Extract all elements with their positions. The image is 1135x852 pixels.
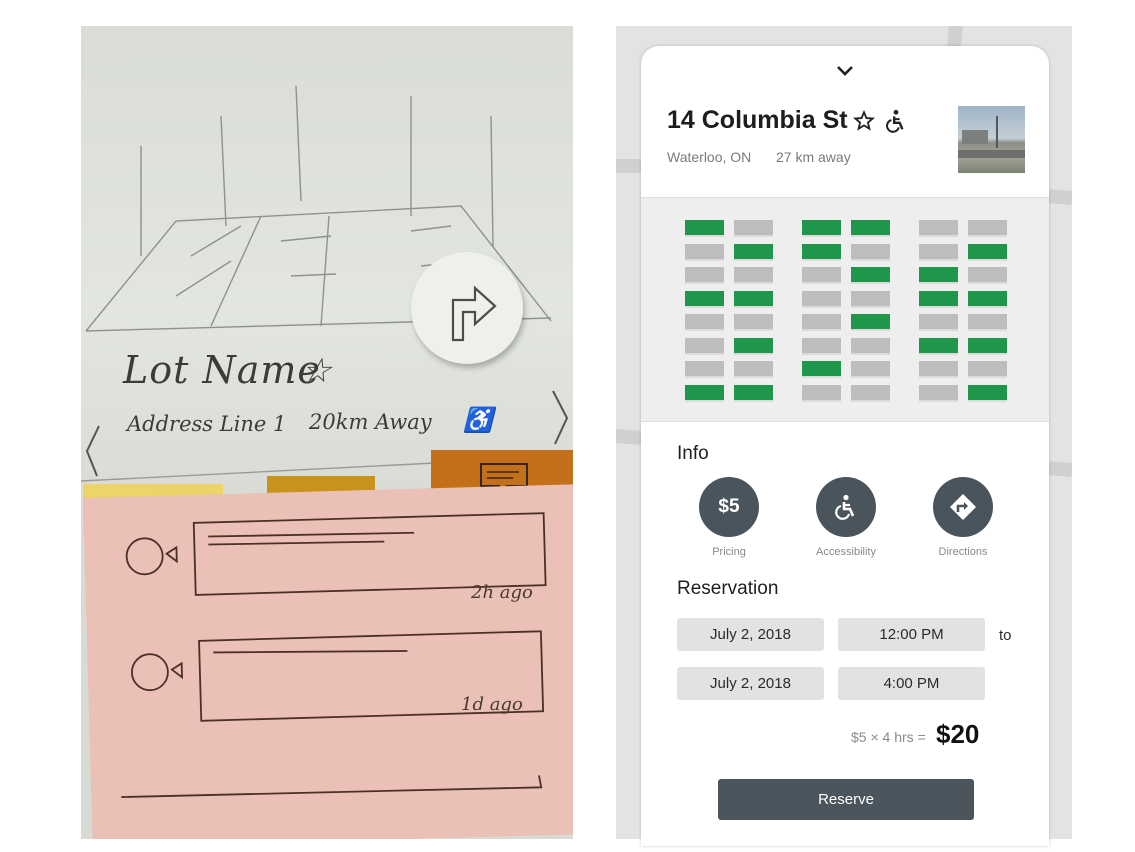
sketch-comment-time: 1d ago (461, 694, 523, 715)
sketch-star-icon: ☆ (301, 351, 332, 391)
sketch-lot-name: Lot Name (123, 348, 321, 392)
parking-spot-available[interactable] (802, 220, 841, 235)
parking-spot-available[interactable] (734, 337, 773, 353)
accessibility-icon (886, 109, 904, 133)
sketch-comments-card (83, 484, 573, 839)
parking-spot-occupied[interactable] (968, 220, 1007, 235)
parking-spot-occupied[interactable] (851, 384, 890, 400)
parking-spot-available[interactable] (685, 384, 724, 400)
accessibility-label: Accessibility (816, 546, 876, 558)
parking-spot-occupied[interactable] (685, 337, 724, 353)
parking-spot-available[interactable] (685, 220, 724, 235)
parking-spot-available[interactable] (919, 267, 958, 282)
parking-spot-occupied[interactable] (734, 314, 773, 329)
price-calculation: $5 × 4 hrs = (851, 729, 926, 745)
lot-city: Waterloo, ON (667, 149, 752, 165)
parking-spot-occupied[interactable] (851, 243, 890, 259)
parking-spot-occupied[interactable] (685, 361, 724, 376)
parking-spot-available[interactable] (802, 243, 841, 259)
price-total: $20 (936, 719, 980, 749)
parking-spot-available[interactable] (919, 290, 958, 306)
parking-spot-available[interactable] (968, 243, 1007, 259)
pricing-label: Pricing (712, 546, 746, 558)
parking-spot-occupied[interactable] (685, 243, 724, 259)
parking-spot-occupied[interactable] (851, 361, 890, 376)
parking-spot-available[interactable] (968, 337, 1007, 353)
thumbnail-pole (996, 116, 998, 148)
directions-icon (950, 494, 976, 520)
parking-spot-available[interactable] (734, 290, 773, 306)
info-heading: Info (677, 443, 709, 464)
thumbnail-building (962, 130, 988, 144)
parking-spot-occupied[interactable] (802, 337, 841, 353)
sketch-comment-boxes (121, 512, 547, 798)
end-time-field[interactable]: 4:00 PM (838, 667, 985, 700)
parking-spot-available[interactable] (968, 384, 1007, 400)
parking-spot-occupied[interactable] (968, 267, 1007, 282)
turn-right-icon (451, 285, 497, 342)
parking-spot-occupied[interactable] (919, 243, 958, 259)
sketch-distance: 20km Away (309, 410, 432, 434)
lot-detail-sheet: 14 Columbia St Waterloo, ON 27 km away I… (641, 46, 1049, 846)
parking-spot-occupied[interactable] (802, 314, 841, 329)
chevron-down-icon[interactable] (835, 64, 855, 78)
parking-spot-occupied[interactable] (968, 361, 1007, 376)
parking-spot-available[interactable] (685, 290, 724, 306)
parking-spot-occupied[interactable] (919, 361, 958, 376)
parking-spot-available[interactable] (851, 267, 890, 282)
parking-spot-available[interactable] (968, 290, 1007, 306)
parking-spot-occupied[interactable] (851, 290, 890, 306)
sketch-accessibility-icon: ♿ (463, 406, 493, 434)
lot-distance: 27 km away (776, 149, 851, 165)
parking-spot-available[interactable] (734, 243, 773, 259)
paper-prototype-photo: Lot Name ☆ Address Line 1 20km Away ♿ $ (81, 26, 573, 839)
parking-spot-available[interactable] (851, 314, 890, 329)
lot-photo-thumbnail[interactable] (958, 106, 1025, 173)
parking-spot-occupied[interactable] (685, 314, 724, 329)
parking-spot-occupied[interactable] (802, 384, 841, 400)
parking-spot-occupied[interactable] (685, 267, 724, 282)
parking-spot-available[interactable] (734, 384, 773, 400)
parking-spot-occupied[interactable] (734, 267, 773, 282)
sketch-directions-button (411, 252, 523, 364)
parking-spot-occupied[interactable] (734, 220, 773, 235)
thumbnail-road (958, 150, 1025, 158)
sketch-address: Address Line 1 (127, 412, 287, 436)
end-date-field[interactable]: July 2, 2018 (677, 667, 824, 700)
parking-spot-occupied[interactable] (919, 314, 958, 329)
accessibility-icon (835, 494, 855, 520)
reservation-heading: Reservation (677, 578, 779, 599)
parking-spot-available[interactable] (851, 220, 890, 235)
directions-label: Directions (938, 546, 988, 558)
parking-spot-occupied[interactable] (968, 314, 1007, 329)
parking-spot-available[interactable] (802, 361, 841, 376)
lot-title: 14 Columbia St (667, 106, 848, 134)
parking-spot-available[interactable] (919, 337, 958, 353)
start-time-field[interactable]: 12:00 PM (838, 618, 985, 651)
pricing-button[interactable]: $5 (699, 477, 759, 537)
directions-button[interactable] (933, 477, 993, 537)
parking-spot-occupied[interactable] (851, 337, 890, 353)
parking-spot-occupied[interactable] (802, 290, 841, 306)
parking-spot-occupied[interactable] (734, 361, 773, 376)
favorite-star-icon[interactable] (853, 110, 875, 132)
parking-spot-occupied[interactable] (919, 384, 958, 400)
accessibility-button[interactable] (816, 477, 876, 537)
start-date-field[interactable]: July 2, 2018 (677, 618, 824, 651)
parking-spot-occupied[interactable] (919, 220, 958, 235)
sketch-comment-time: 2h ago (471, 582, 533, 603)
reserve-button[interactable]: Reserve (718, 779, 974, 820)
parking-spot-occupied[interactable] (802, 267, 841, 282)
parking-spot-map (641, 197, 1049, 422)
to-label: to (999, 627, 1012, 644)
